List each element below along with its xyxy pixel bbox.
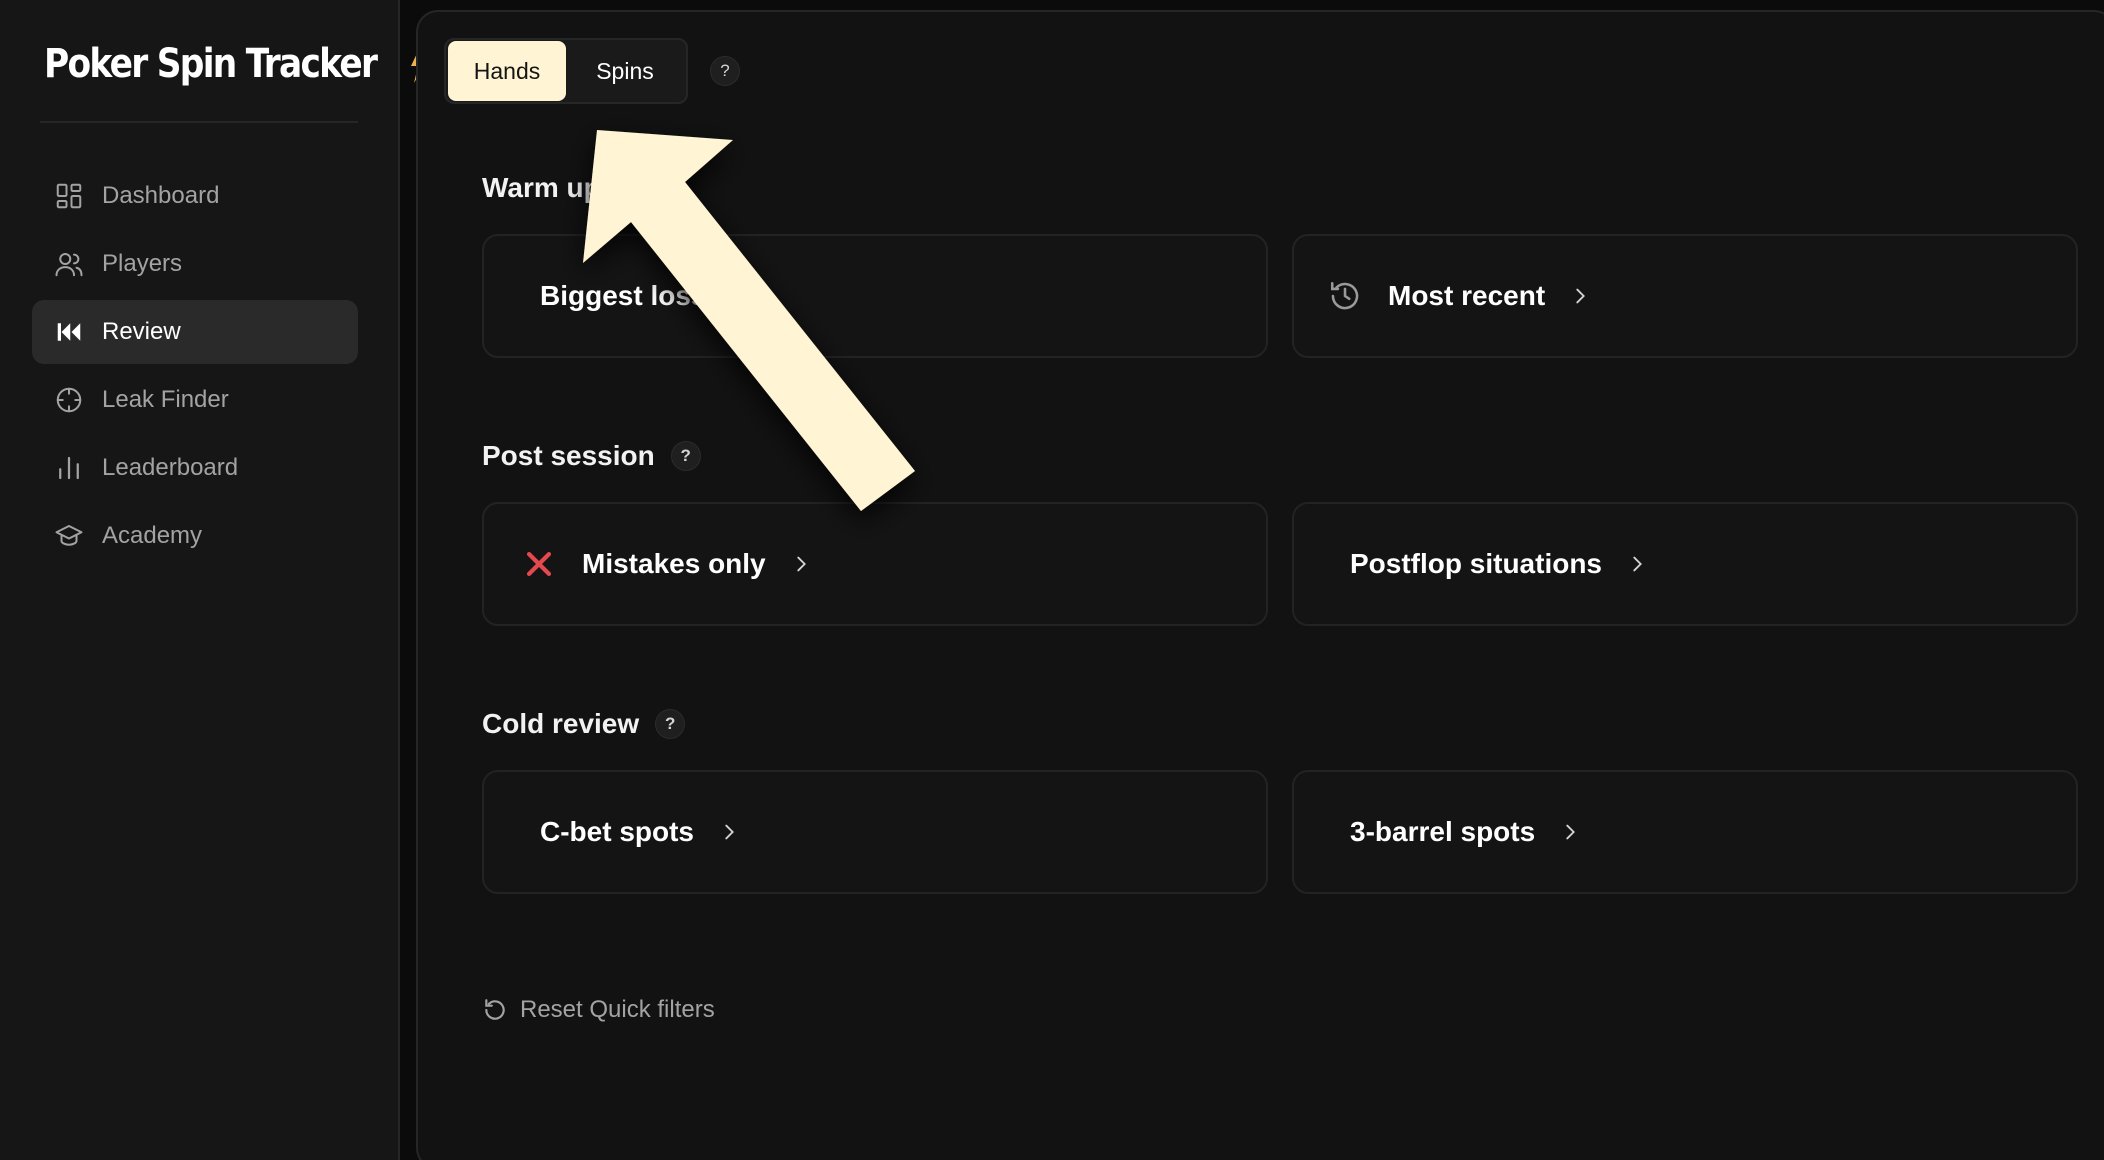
card-label: Mistakes only bbox=[582, 548, 766, 579]
quick-filter-postflop-situations[interactable]: Postflop situations bbox=[1292, 502, 2078, 626]
tab-hands[interactable]: Hands bbox=[448, 41, 566, 101]
sidebar-item-label: Leak Finder bbox=[102, 386, 229, 413]
sidebar: Poker Spin Tracker Dashboard Players Rev… bbox=[0, 0, 429, 1160]
chevron-right-icon bbox=[1633, 556, 1642, 572]
reset-icon bbox=[485, 999, 505, 1020]
quick-filter-biggest-losses[interactable]: Biggest losses bbox=[482, 234, 1268, 358]
card-label: Most recent bbox=[1388, 280, 1546, 311]
history-icon bbox=[1330, 281, 1359, 310]
quick-filter-most-recent[interactable]: Most recent bbox=[1292, 234, 2078, 358]
section-title-warm-up: Warm up bbox=[482, 172, 601, 204]
sidebar-item-label: Review bbox=[102, 318, 181, 345]
x-mark-icon bbox=[526, 551, 552, 577]
crosshair-icon bbox=[56, 387, 82, 413]
hands-spins-toggle: Hands Spins bbox=[444, 38, 688, 104]
help-icon[interactable]: ? bbox=[710, 56, 740, 86]
card-label: C-bet spots bbox=[540, 816, 694, 847]
app-logo[interactable]: Poker Spin Tracker bbox=[44, 36, 432, 92]
section-title-text: Cold review bbox=[482, 708, 640, 739]
chevron-right-icon bbox=[725, 824, 734, 840]
section-title-post-session: Post session ? bbox=[482, 440, 701, 472]
rewind-icon bbox=[57, 323, 81, 341]
section-title-cold-review: Cold review ? bbox=[482, 708, 686, 740]
sidebar-item-dashboard[interactable]: Dashboard bbox=[32, 164, 358, 228]
chevron-right-icon bbox=[796, 556, 806, 572]
users-icon bbox=[55, 253, 83, 277]
section-title-text: Warm up bbox=[482, 172, 601, 203]
sidebar-item-leak-finder[interactable]: Leak Finder bbox=[32, 368, 358, 432]
sidebar-item-label: Leaderboard bbox=[102, 454, 239, 481]
reset-label: Reset Quick filters bbox=[520, 996, 715, 1023]
sidebar-divider bbox=[40, 121, 358, 123]
quick-filter-mistakes-only[interactable]: Mistakes only bbox=[482, 502, 1268, 626]
reset-quick-filters-button[interactable]: Reset Quick filters bbox=[482, 996, 715, 1024]
grid-icon bbox=[56, 183, 82, 209]
bar-chart-icon bbox=[59, 456, 79, 480]
help-icon[interactable]: ? bbox=[655, 709, 686, 739]
graduation-cap-icon bbox=[55, 525, 83, 546]
section-title-text: Post session bbox=[482, 440, 655, 471]
sidebar-item-review[interactable]: Review bbox=[32, 300, 358, 364]
card-label: Biggest losses bbox=[540, 280, 738, 311]
chevron-right-icon bbox=[1576, 288, 1586, 304]
quick-filter-3-barrel-spots[interactable]: 3-barrel spots bbox=[1292, 770, 2078, 894]
sidebar-item-players[interactable]: Players bbox=[32, 232, 358, 296]
sidebar-item-leaderboard[interactable]: Leaderboard bbox=[32, 436, 358, 500]
sidebar-item-label: Dashboard bbox=[102, 182, 220, 209]
sidebar-nav: Dashboard Players Review Leak Finder Lea… bbox=[32, 164, 358, 572]
review-panel: Hands Spins ? Warm up Biggest losses Mos… bbox=[416, 10, 2104, 1160]
chevron-right-icon bbox=[1566, 824, 1576, 840]
quick-filter-c-bet-spots[interactable]: C-bet spots bbox=[482, 770, 1268, 894]
card-label: Postflop situations bbox=[1350, 548, 1602, 579]
sidebar-item-label: Academy bbox=[102, 522, 203, 549]
card-label: 3-barrel spots bbox=[1350, 816, 1536, 847]
app-title: Poker Spin Tracker bbox=[44, 41, 378, 87]
tab-spins[interactable]: Spins bbox=[566, 41, 684, 101]
help-icon[interactable]: ? bbox=[670, 441, 701, 471]
sidebar-item-label: Players bbox=[102, 250, 183, 277]
sidebar-item-academy[interactable]: Academy bbox=[32, 504, 358, 568]
